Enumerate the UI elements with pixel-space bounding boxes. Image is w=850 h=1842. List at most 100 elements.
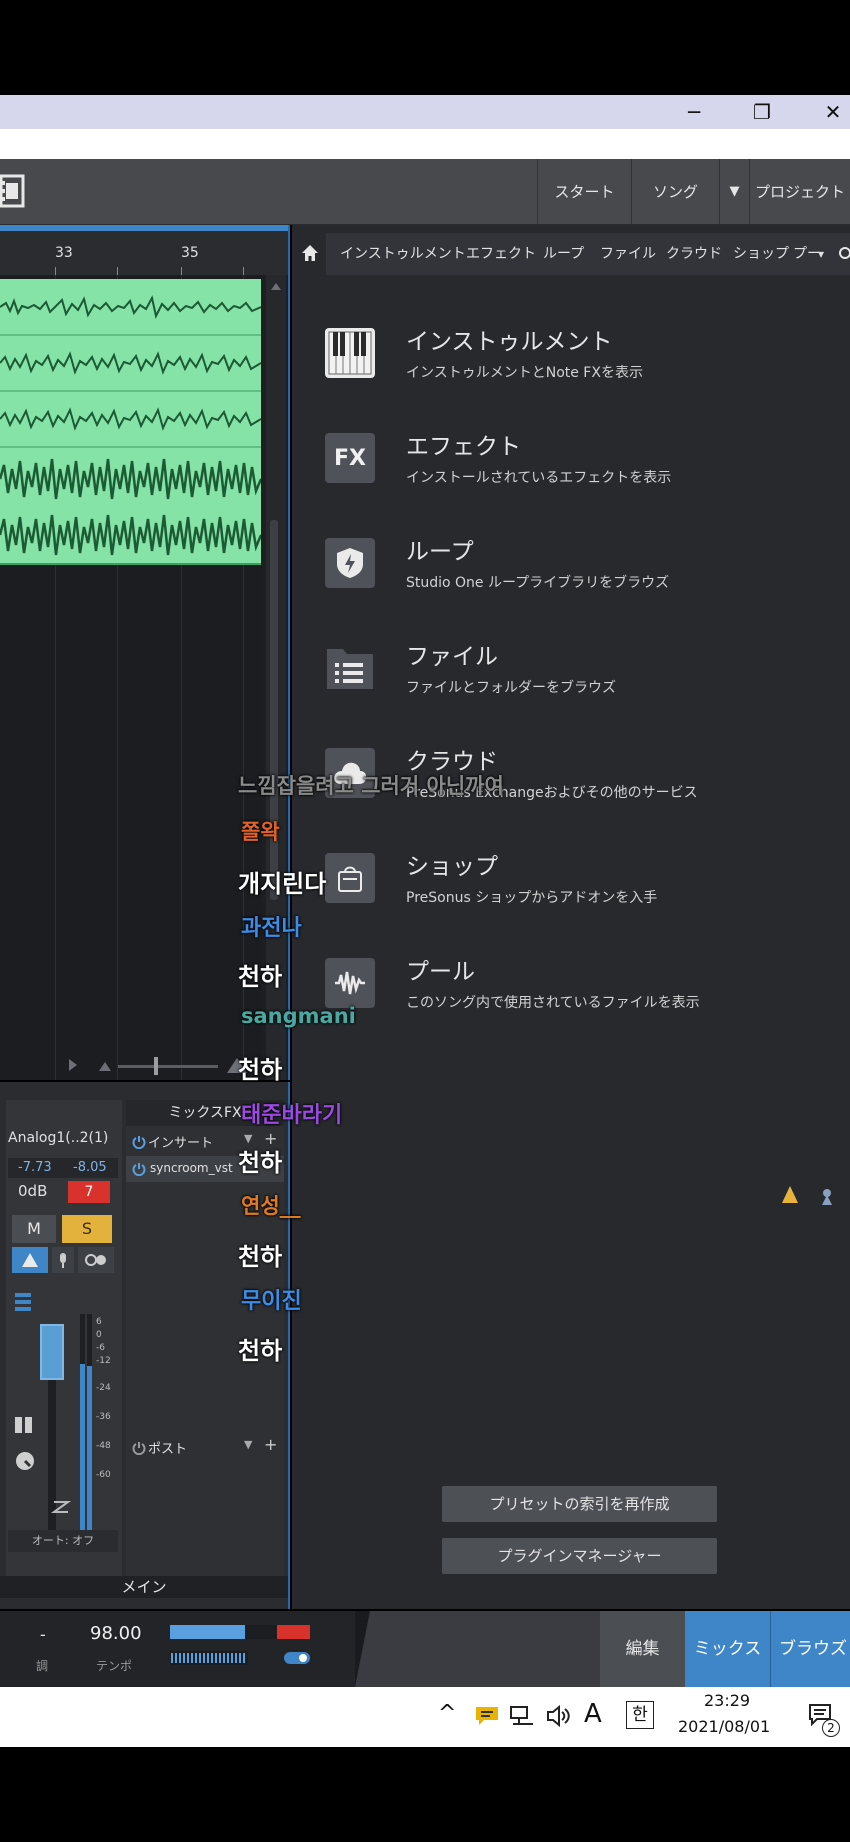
ime-mode-indicator[interactable]: A (584, 1699, 602, 1729)
zoom-slider-track[interactable] (118, 1065, 218, 1068)
plugin-power-icon[interactable] (132, 1162, 146, 1176)
automation-mode[interactable]: オート: オフ (8, 1530, 118, 1552)
start-page-button[interactable]: スタート (537, 159, 631, 225)
insert-slot[interactable]: syncroom_vst (126, 1156, 284, 1182)
channel-name[interactable]: Analog1(..2(1) (8, 1130, 108, 1146)
metronome-toggle-icon[interactable] (283, 1651, 311, 1665)
key-value[interactable]: - (40, 1625, 46, 1644)
play-arrow-icon[interactable] (68, 1058, 78, 1072)
item-title: インストゥルメント (406, 329, 613, 355)
console-mixer: Analog1(..2(1) -7.73 -8.05 0dB 7 M S 6 0… (0, 1082, 290, 1609)
tab-loops[interactable]: ループ (543, 233, 584, 275)
scroll-down-icon[interactable] (270, 1060, 282, 1070)
fx-icon-text: FX (334, 445, 366, 471)
browser-item-shop[interactable]: ショップ PreSonus ショップからアドオンを入手 (322, 845, 842, 925)
scale-label: 0 (96, 1330, 102, 1340)
insert-power-icon[interactable] (132, 1135, 146, 1149)
zoom-large-icon[interactable] (226, 1056, 248, 1074)
video-icon[interactable] (0, 173, 26, 209)
meter-right (87, 1314, 92, 1544)
edit-view-button[interactable]: 編集 (600, 1611, 685, 1687)
ime-language-indicator[interactable]: 한 (626, 1701, 654, 1729)
tab-cloud[interactable]: クラウド (666, 233, 722, 275)
scrollbar-thumb[interactable] (270, 520, 278, 900)
scale-label: -60 (96, 1470, 111, 1480)
rebuild-preset-index-button[interactable]: プリセットの索引を再作成 (442, 1486, 717, 1522)
tab-more-dropdown[interactable]: ▾ (818, 233, 824, 275)
tab-files[interactable]: ファイル (600, 233, 656, 275)
minimize-button[interactable]: ─ (669, 95, 719, 129)
volume-fader[interactable] (40, 1324, 64, 1380)
tab-effects[interactable]: エフェクト (466, 233, 536, 275)
browser-item-loops[interactable]: ループ Studio One ループライブラリをブラウズ (322, 530, 842, 610)
browse-view-button[interactable]: ブラウズ (770, 1611, 850, 1687)
browser-home-tab[interactable] (292, 233, 326, 275)
inserts-dropdown-icon[interactable]: ▼ (244, 1132, 252, 1145)
timeline-ruler[interactable]: 33 35 (0, 225, 288, 279)
notification-count-badge: 2 (822, 1719, 840, 1737)
solo-button[interactable]: S (62, 1215, 112, 1243)
arrange-view: 33 35 (0, 225, 290, 1080)
cpu-meter-fill (170, 1625, 245, 1639)
tab-pool[interactable]: プー (793, 233, 821, 275)
tab-shop[interactable]: ショップ (733, 233, 789, 275)
close-button[interactable]: ✕ (808, 95, 850, 129)
monitor-button[interactable] (12, 1247, 48, 1273)
inserts-add-icon[interactable]: + (264, 1129, 277, 1148)
track-lanes[interactable] (0, 275, 262, 1080)
mix-fx-header[interactable]: ミックスFX (126, 1100, 284, 1126)
mute-button[interactable]: M (12, 1215, 56, 1243)
item-subtitle: ファイルとフォルダーをブラウズ (406, 680, 616, 696)
audio-clip[interactable] (0, 279, 261, 565)
input-level-meter (170, 1651, 248, 1665)
show-hidden-icons-button[interactable]: ^ (438, 1701, 456, 1726)
home-icon (302, 245, 318, 261)
tempo-label: テンポ (96, 1659, 133, 1673)
browser-item-effects[interactable]: FX エフェクト インストールされているエフェクトを表示 (322, 425, 842, 505)
plugin-manager-button[interactable]: プラグインマネージャー (442, 1538, 717, 1574)
clock-date[interactable]: 2021/08/01 (678, 1717, 770, 1736)
page-dropdown-button[interactable]: ▼ (719, 159, 749, 225)
input-button[interactable] (52, 1247, 74, 1273)
channel-editor-icon[interactable] (14, 1292, 32, 1312)
plugin-name: syncroom_vst (150, 1161, 233, 1175)
chat-bubble-icon[interactable] (474, 1705, 500, 1727)
app-toolbar: スタート ソング ▼ プロジェクト (0, 159, 850, 225)
browser-item-instruments[interactable]: インストゥルメント インストゥルメントとNote FXを表示 (322, 320, 842, 400)
gain-value[interactable]: 0dB (18, 1182, 47, 1200)
pan-knob-icon[interactable] (14, 1450, 36, 1472)
tempo-value[interactable]: 98.00 (90, 1623, 142, 1644)
windows-taskbar: ^ A 한 23:29 2021/08/01 2 (0, 1687, 850, 1747)
tab-instruments[interactable]: インストゥルメント (340, 233, 466, 275)
peak-readout: -7.73 -8.05 (8, 1158, 118, 1178)
volume-icon[interactable] (546, 1704, 572, 1728)
zoom-small-icon[interactable] (98, 1060, 112, 1072)
post-add-icon[interactable]: + (264, 1435, 277, 1454)
post-power-icon[interactable] (132, 1441, 146, 1455)
item-subtitle: PreSonus Exchangeおよびその他のサービス (406, 785, 698, 801)
browser-item-files[interactable]: ファイル ファイルとフォルダーをブラウズ (322, 635, 842, 715)
network-icon[interactable] (509, 1704, 535, 1728)
clock-time[interactable]: 23:29 (704, 1691, 750, 1710)
main-bus-label: メイン (0, 1576, 288, 1598)
search-icon[interactable] (836, 245, 850, 263)
zoom-slider-handle[interactable] (154, 1057, 158, 1075)
page-switcher: 編集 ミックス ブラウズ (355, 1611, 850, 1687)
cpu-meter (170, 1625, 310, 1639)
pan-mode-icon[interactable] (14, 1416, 34, 1434)
scale-label: -6 (96, 1343, 105, 1353)
cpu-meter-peak (277, 1625, 310, 1639)
restore-button[interactable]: ❐ (737, 95, 787, 129)
browser-item-pool[interactable]: プール このソング内で使用されているファイルを表示 (322, 950, 842, 1030)
item-subtitle: インストールされているエフェクトを表示 (406, 470, 672, 486)
group-link-icon[interactable] (50, 1498, 72, 1516)
song-page-button[interactable]: ソング (631, 159, 719, 225)
browser-item-cloud[interactable]: クラウド PreSonus Exchangeおよびその他のサービス (322, 740, 842, 820)
item-title: エフェクト (406, 434, 521, 460)
scroll-up-icon[interactable] (270, 281, 282, 291)
project-page-button[interactable]: プロジェクト (749, 159, 850, 225)
ruler-bar-number: 35 (181, 245, 199, 261)
mix-view-button[interactable]: ミックス (685, 1611, 770, 1687)
post-dropdown-icon[interactable]: ▼ (244, 1438, 252, 1451)
link-button[interactable] (78, 1247, 114, 1273)
